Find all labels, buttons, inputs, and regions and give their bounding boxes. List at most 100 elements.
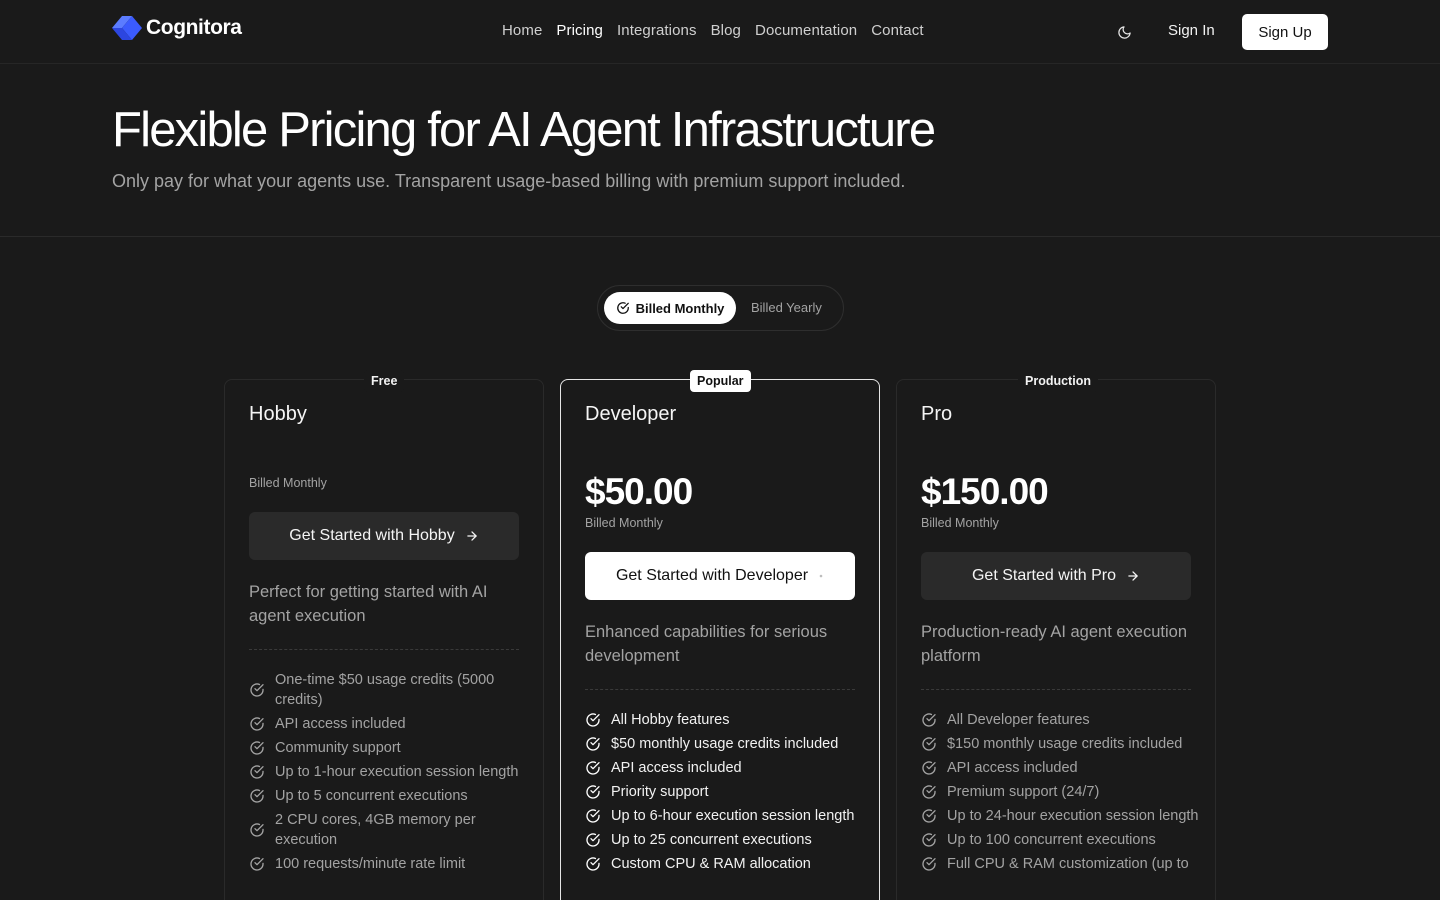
- feature-item: Up to 6-hour execution session length: [585, 806, 865, 826]
- feature-text: API access included: [275, 716, 406, 732]
- divider: [921, 689, 1191, 690]
- feature-item: Up to 24-hour execution session length: [921, 806, 1201, 826]
- arrow-right-icon: [466, 531, 477, 541]
- main-nav: Home Pricing Integrations Blog Documenta…: [502, 22, 924, 39]
- feature-item: One-time $50 usage credits (5000 credits…: [249, 670, 529, 710]
- billing-option-yearly[interactable]: Billed Yearly: [751, 300, 822, 315]
- logo-mark-icon: [112, 16, 142, 40]
- check-circle-icon: [585, 832, 601, 848]
- feature-text: Full CPU & RAM customization (up to: [947, 856, 1189, 872]
- plan-badge: Free: [364, 370, 405, 392]
- divider: [249, 649, 519, 650]
- feature-text: API access included: [611, 760, 742, 776]
- feature-text: All Hobby features: [611, 712, 730, 728]
- check-circle-icon: [921, 808, 937, 824]
- divider: [585, 689, 855, 690]
- check-circle-icon: [921, 784, 937, 800]
- feature-item: $50 monthly usage credits included: [585, 734, 865, 754]
- plan-billing-period: Billed Monthly: [249, 476, 327, 490]
- page-subtitle: Only pay for what your agents use. Trans…: [112, 171, 906, 191]
- cta-label: Get Started with Pro: [971, 567, 1117, 584]
- feature-item: All Hobby features: [585, 710, 865, 730]
- nav-link-documentation[interactable]: Documentation: [755, 22, 857, 39]
- feature-item: Up to 1-hour execution session length: [249, 762, 529, 782]
- feature-list: One-time $50 usage credits (5000 credits…: [249, 670, 529, 878]
- hero-section: Flexible Pricing for AI Agent Infrastruc…: [0, 64, 1440, 237]
- plan-name: Developer: [585, 403, 677, 425]
- feature-item: Up to 25 concurrent executions: [585, 830, 865, 850]
- feature-text: 100 requests/minute rate limit: [275, 856, 466, 872]
- feature-item: 100 requests/minute rate limit: [249, 854, 529, 874]
- plan-description: Enhanced capabilities for serious develo…: [585, 623, 828, 665]
- sign-up-button[interactable]: Sign Up: [1242, 14, 1328, 50]
- plan-billing-period: Billed Monthly: [921, 516, 999, 530]
- check-circle-icon: [921, 736, 937, 752]
- plan-card-hobby: Free Hobby Billed Monthly Get Started wi…: [224, 370, 544, 900]
- plan-billing-period: Billed Monthly: [585, 516, 663, 530]
- feature-item: All Developer features: [921, 710, 1201, 730]
- check-circle-icon: [921, 712, 937, 728]
- feature-text: Up to 5 concurrent executions: [275, 788, 468, 804]
- cta-label: Get Started with Developer: [615, 567, 809, 584]
- check-circle-icon: [585, 736, 601, 752]
- feature-text: Up to 100 concurrent executions: [947, 832, 1156, 848]
- page-title: Flexible Pricing for AI Agent Infrastruc…: [112, 103, 936, 157]
- loading-dot-icon: [819, 574, 823, 578]
- get-started-hobby-button[interactable]: Get Started with Hobby: [249, 512, 519, 560]
- feature-text: One-time $50 usage credits (5000 credits…: [275, 672, 495, 708]
- feature-item: Up to 100 concurrent executions: [921, 830, 1201, 850]
- billing-option-monthly[interactable]: Billed Monthly: [604, 292, 736, 324]
- check-circle-icon: [585, 856, 601, 872]
- check-circle-icon: [249, 764, 265, 780]
- feature-item: Priority support: [585, 782, 865, 802]
- nav-link-home[interactable]: Home: [502, 22, 542, 39]
- get-started-developer-button[interactable]: Get Started with Developer: [585, 552, 855, 600]
- check-circle-icon: [249, 716, 265, 732]
- feature-text: All Developer features: [947, 712, 1090, 728]
- nav-link-blog[interactable]: Blog: [711, 22, 741, 39]
- feature-list: All Hobby features $50 monthly usage cre…: [585, 710, 865, 878]
- feature-item: API access included: [585, 758, 865, 778]
- brand-name: Cognitora: [146, 16, 242, 39]
- feature-text: 2 CPU cores, 4GB memory per execution: [275, 812, 476, 848]
- theme-toggle-button[interactable]: [1114, 22, 1134, 42]
- check-circle-icon: [585, 808, 601, 824]
- plan-card-pro: Production Pro $150.00 Billed Monthly Ge…: [896, 370, 1216, 900]
- feature-text: Custom CPU & RAM allocation: [611, 856, 811, 872]
- check-circle-icon: [585, 760, 601, 776]
- feature-item: 2 CPU cores, 4GB memory per execution: [249, 810, 529, 850]
- check-circle-icon: [585, 712, 601, 728]
- plan-price: $50.00: [585, 471, 693, 512]
- cta-label: Get Started with Hobby: [289, 527, 455, 544]
- feature-text: Up to 6-hour execution session length: [611, 808, 855, 824]
- arrow-right-icon: [1128, 571, 1138, 581]
- check-circle-icon: [249, 682, 265, 698]
- moon-icon: [1117, 25, 1131, 39]
- sign-in-link[interactable]: Sign In: [1168, 22, 1215, 39]
- feature-text: Up to 25 concurrent executions: [611, 832, 812, 848]
- feature-text: $50 monthly usage credits included: [611, 736, 839, 752]
- check-circle-icon: [249, 740, 265, 756]
- check-circle-icon: [921, 856, 937, 872]
- feature-item: Premium support (24/7): [921, 782, 1201, 802]
- feature-item: $150 monthly usage credits included: [921, 734, 1201, 754]
- check-circle-icon: [921, 832, 937, 848]
- feature-text: Up to 1-hour execution session length: [275, 764, 519, 780]
- feature-text: Premium support (24/7): [947, 784, 1100, 800]
- feature-text: API access included: [947, 760, 1078, 776]
- feature-item: Custom CPU & RAM allocation: [585, 854, 865, 874]
- nav-link-integrations[interactable]: Integrations: [617, 22, 697, 39]
- feature-list: All Developer features $150 monthly usag…: [921, 710, 1201, 878]
- plan-name: Hobby: [249, 403, 307, 425]
- check-circle-icon: [616, 302, 629, 314]
- nav-link-contact[interactable]: Contact: [871, 22, 923, 39]
- plan-description: Perfect for getting started with AI agen…: [249, 583, 488, 625]
- plan-name: Pro: [921, 403, 953, 425]
- billing-option-monthly-label: Billed Monthly: [635, 300, 725, 316]
- feature-item: Full CPU & RAM customization (up to: [921, 854, 1201, 874]
- feature-text: Community support: [275, 740, 401, 756]
- nav-link-pricing[interactable]: Pricing: [556, 22, 603, 39]
- logo[interactable]: Cognitora: [112, 15, 242, 41]
- get-started-pro-button[interactable]: Get Started with Pro: [921, 552, 1191, 600]
- feature-item: API access included: [249, 714, 529, 734]
